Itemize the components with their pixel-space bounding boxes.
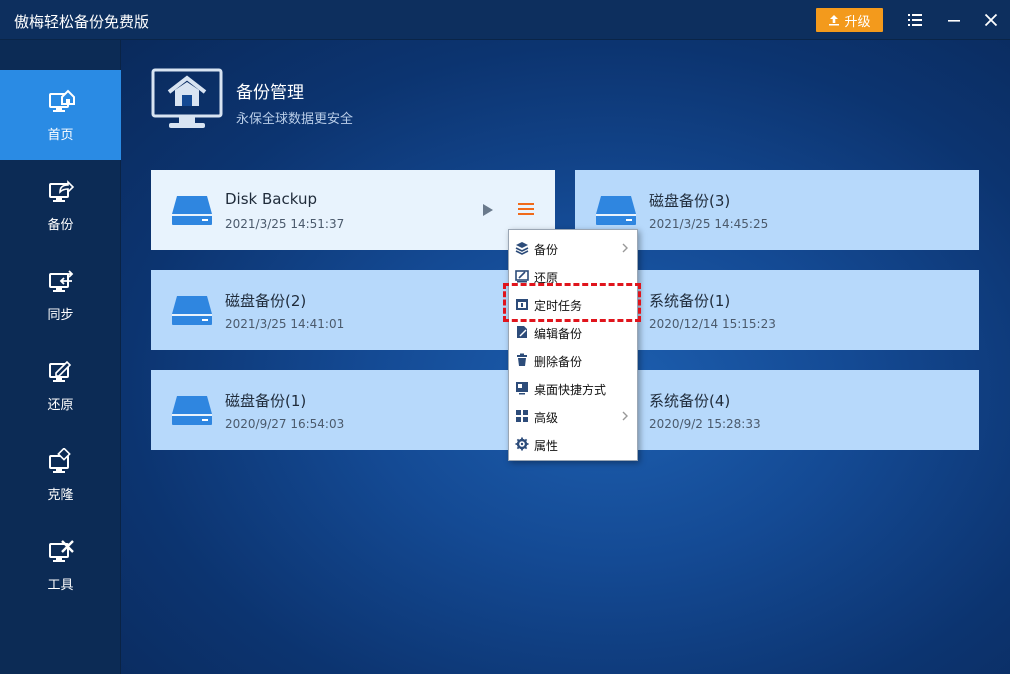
chevron-right-icon	[622, 411, 628, 421]
upgrade-label: 升级	[844, 14, 871, 30]
menu-item-properties[interactable]: 属性	[509, 430, 637, 458]
task-name: 磁盘备份(2)	[225, 292, 307, 310]
close-icon[interactable]	[981, 10, 1001, 30]
task-time: 2020/9/2 15:28:33	[649, 417, 761, 431]
page-title: 备份管理	[236, 83, 304, 103]
trash-icon	[517, 353, 527, 366]
menu-item-advanced[interactable]: 高级	[509, 402, 637, 430]
edit-icon	[517, 326, 527, 338]
sidebar-item-restore[interactable]: 还原	[0, 340, 121, 430]
home-monitor-icon	[48, 89, 75, 112]
backup-task-card[interactable]: 磁盘备份(1) 2020/9/27 16:54:03	[151, 370, 555, 450]
sidebar-item-label: 还原	[47, 397, 74, 413]
sidebar-item-tools[interactable]: 工具	[0, 520, 121, 610]
menu-item-label: 定时任务	[534, 299, 583, 313]
sidebar-item-home[interactable]: 首页	[0, 70, 121, 160]
menu-item-label: 编辑备份	[534, 327, 583, 341]
backup-monitor-icon	[48, 179, 74, 202]
task-time: 2021/3/25 14:45:25	[649, 217, 769, 231]
menu-item-delete[interactable]: 删除备份	[509, 346, 637, 374]
sidebar-item-label: 备份	[47, 217, 74, 233]
task-time: 2020/9/27 16:54:03	[225, 417, 345, 431]
upgrade-arrow-icon	[829, 15, 840, 26]
sidebar-item-label: 同步	[47, 307, 74, 323]
restore-monitor-icon	[48, 360, 71, 382]
task-time: 2020/12/14 15:15:23	[649, 317, 776, 331]
menu-item-label: 还原	[534, 271, 559, 285]
sidebar-item-clone[interactable]: 克隆	[0, 430, 121, 520]
hamburger-menu-icon[interactable]	[517, 200, 535, 218]
upgrade-button[interactable]: 升级	[816, 8, 883, 32]
disk-icon	[172, 396, 212, 425]
play-icon[interactable]	[481, 202, 495, 218]
task-name: 磁盘备份(3)	[649, 192, 731, 210]
menu-item-label: 桌面快捷方式	[534, 383, 607, 397]
menu-item-label: 删除备份	[534, 355, 583, 369]
context-menu: 备份 还原 定时任务 编辑备份 删除备份 桌面快捷方式 高级 属性	[508, 229, 638, 461]
tools-monitor-icon	[48, 539, 74, 562]
menu-item-schedule[interactable]: 定时任务	[509, 290, 637, 318]
shortcut-icon	[516, 382, 528, 395]
layers-icon	[515, 242, 529, 255]
menu-icon[interactable]	[905, 10, 925, 30]
sidebar-item-sync[interactable]: 同步	[0, 250, 121, 340]
menu-item-backup[interactable]: 备份	[509, 234, 637, 262]
task-name: 系统备份(1)	[649, 292, 731, 310]
home-monitor-icon	[151, 68, 223, 128]
sidebar-item-backup[interactable]: 备份	[0, 160, 121, 250]
sidebar-item-label: 首页	[47, 127, 74, 143]
sync-monitor-icon	[48, 269, 73, 292]
disk-icon	[596, 196, 636, 225]
sidebar: 首页 备份 同步 还原 克隆 工具	[0, 40, 121, 674]
chevron-right-icon	[622, 243, 628, 253]
disk-icon	[172, 296, 212, 325]
menu-item-label: 备份	[534, 243, 559, 257]
task-name: 系统备份(4)	[649, 392, 731, 410]
minimize-icon[interactable]	[944, 10, 964, 30]
title-bar: 傲梅轻松备份免费版 升级	[0, 0, 1010, 40]
app-title: 傲梅轻松备份免费版	[14, 13, 150, 31]
page-subtitle: 永保全球数据更安全	[236, 112, 354, 127]
sidebar-item-label: 工具	[47, 577, 74, 593]
task-name: 磁盘备份(1)	[225, 392, 307, 410]
task-time: 2021/3/25 14:51:37	[225, 217, 345, 231]
clone-monitor-icon	[48, 447, 71, 473]
backup-task-card[interactable]: Disk Backup 2021/3/25 14:51:37	[151, 170, 555, 250]
task-name: Disk Backup	[225, 190, 317, 208]
menu-item-label: 高级	[534, 411, 559, 425]
task-time: 2021/3/25 14:41:01	[225, 317, 345, 331]
backup-task-card[interactable]: 磁盘备份(2) 2021/3/25 14:41:01	[151, 270, 555, 350]
disk-icon	[172, 196, 212, 225]
sidebar-item-label: 克隆	[47, 487, 74, 503]
menu-item-restore[interactable]: 还原	[509, 262, 637, 290]
restore-icon	[515, 270, 529, 283]
grid-icon	[516, 410, 528, 422]
menu-item-label: 属性	[534, 439, 559, 453]
gear-icon	[515, 437, 529, 451]
calendar-icon	[516, 299, 528, 310]
menu-item-shortcut[interactable]: 桌面快捷方式	[509, 374, 637, 402]
menu-item-edit[interactable]: 编辑备份	[509, 318, 637, 346]
